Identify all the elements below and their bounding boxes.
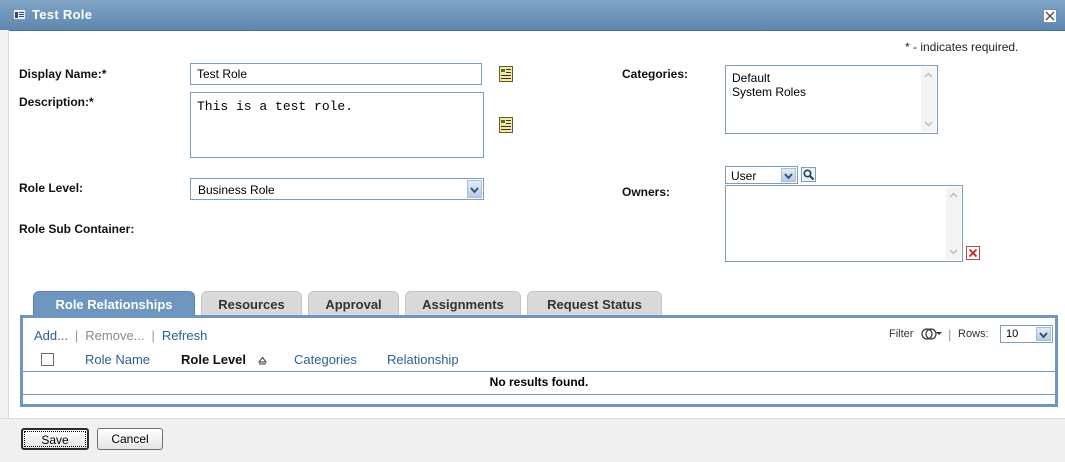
rows-value: 10 — [1006, 328, 1019, 340]
categories-label: Categories: — [622, 67, 689, 81]
window-title: Test Role — [32, 7, 93, 22]
window-left-edge — [0, 30, 9, 461]
close-icon[interactable] — [1043, 9, 1057, 23]
list-item[interactable]: System Roles — [726, 85, 937, 99]
chevron-down-icon[interactable] — [1036, 327, 1051, 341]
rows-select[interactable]: 10 — [1000, 325, 1053, 343]
filter-icon[interactable] — [921, 326, 943, 342]
list-item[interactable]: Default — [726, 71, 937, 85]
scroll-up-icon[interactable] — [948, 190, 959, 201]
role-level-label: Role Level: — [19, 181, 84, 195]
select-all-checkbox[interactable] — [41, 353, 54, 366]
tab-assignments[interactable]: Assignments — [405, 291, 521, 317]
tab-resources[interactable]: Resources — [201, 291, 302, 317]
column-role-name[interactable]: Role Name — [85, 352, 150, 367]
cancel-button[interactable]: Cancel — [97, 428, 163, 450]
save-button[interactable]: Save — [21, 428, 89, 450]
owners-label: Owners: — [622, 185, 671, 199]
table-bottom-divider — [23, 394, 1055, 395]
header-divider — [23, 371, 1055, 372]
localize-icon[interactable] — [499, 117, 513, 133]
localize-icon[interactable] — [499, 66, 513, 82]
role-level-select[interactable]: Business Role — [190, 178, 484, 200]
filter-label: Filter — [889, 328, 914, 340]
categories-listbox[interactable]: Default System Roles — [725, 65, 938, 134]
role-icon — [12, 8, 27, 21]
scroll-up-icon[interactable] — [923, 70, 934, 81]
role-level-value: Business Role — [198, 183, 275, 197]
column-relationship[interactable]: Relationship — [387, 352, 459, 367]
owners-listbox[interactable] — [725, 185, 963, 262]
column-categories[interactable]: Categories — [294, 352, 357, 367]
tab-role-relationships[interactable]: Role Relationships — [33, 291, 195, 317]
scroll-down-icon[interactable] — [948, 246, 959, 257]
tab-request-status[interactable]: Request Status — [527, 291, 662, 317]
owners-type-select[interactable]: User — [725, 166, 798, 184]
owners-type-value: User — [731, 169, 757, 183]
chevron-down-icon[interactable] — [781, 168, 796, 182]
description-label: Description:* — [19, 95, 94, 109]
remove-link[interactable]: Remove... — [85, 328, 144, 343]
search-icon[interactable] — [801, 167, 816, 182]
tab-approval[interactable]: Approval — [308, 291, 399, 317]
toolbar-separator: | — [147, 328, 159, 343]
scrollbar[interactable] — [946, 187, 961, 260]
add-link[interactable]: Add... — [34, 328, 68, 343]
required-note: * - indicates required. — [905, 40, 1019, 54]
title-bar: Test Role — [0, 0, 1065, 31]
delete-icon[interactable] — [966, 246, 980, 260]
empty-message: No results found. — [489, 375, 589, 389]
role-sub-container-label: Role Sub Container: — [19, 222, 135, 236]
toolbar-separator: | — [71, 328, 82, 343]
refresh-link[interactable]: Refresh — [162, 328, 208, 343]
scroll-down-icon[interactable] — [923, 118, 934, 129]
display-name-field[interactable]: Test Role — [190, 63, 482, 85]
chevron-down-icon[interactable] — [467, 180, 482, 198]
display-name-label: Display Name:* — [19, 67, 107, 81]
scrollbar[interactable] — [921, 67, 936, 132]
sort-ascending-icon — [257, 354, 268, 365]
column-role-level[interactable]: Role Level — [181, 352, 246, 367]
rows-label: Rows: — [958, 328, 989, 340]
description-field[interactable]: This is a test role. — [190, 92, 484, 158]
tab-panel: Add... | Remove... | Refresh Filter | Ro… — [20, 315, 1058, 407]
toolbar-separator: | — [948, 327, 952, 342]
